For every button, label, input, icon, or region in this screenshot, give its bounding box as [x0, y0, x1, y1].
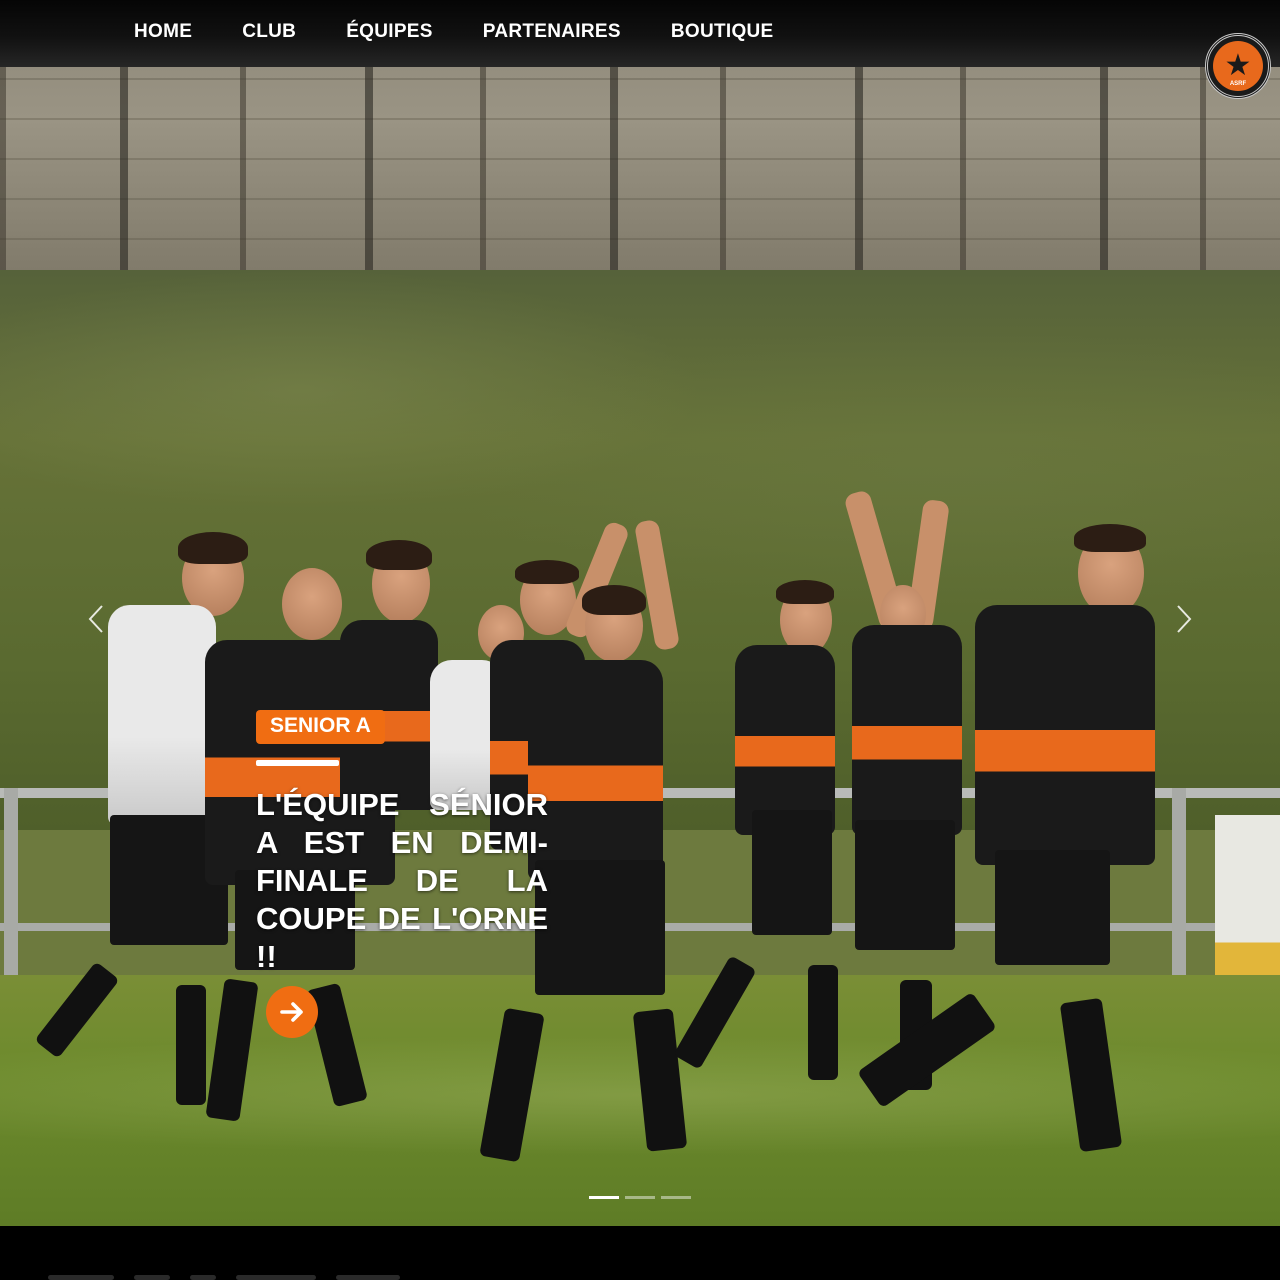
below-fold-item — [336, 1275, 400, 1280]
club-crest-icon: ★ ASRF — [1213, 41, 1263, 91]
top-navigation-bar: HOME CLUB ÉQUIPES PARTENAIRES BOUTIQUE — [0, 0, 1280, 67]
carousel-next-button[interactable] — [1168, 602, 1198, 636]
below-fold-hint — [48, 1275, 400, 1280]
arrow-right-icon — [280, 1002, 303, 1022]
wall-posts — [0, 60, 1280, 300]
railing-post — [4, 788, 18, 978]
main-menu: HOME CLUB ÉQUIPES PARTENAIRES BOUTIQUE — [110, 0, 800, 64]
below-fold-item — [190, 1275, 216, 1280]
carousel-indicators — [589, 1196, 691, 1199]
below-fold-item — [134, 1275, 170, 1280]
below-fold-item — [48, 1275, 114, 1280]
railing-post — [1172, 788, 1186, 978]
hero-photo — [0, 0, 1280, 1226]
nav-item-home[interactable]: HOME — [110, 21, 218, 43]
club-logo-text: ASRF — [1229, 81, 1247, 87]
chevron-right-icon — [1177, 605, 1192, 633]
slide-caption: SENIOR A L'ÉQUIPE SÉNIOR A EST EN DEMI-F… — [256, 710, 548, 976]
slide-headline[interactable]: L'ÉQUIPE SÉNIOR A EST EN DEMI-FINALE DE … — [256, 786, 548, 976]
nav-item-boutique[interactable]: BOUTIQUE — [647, 21, 800, 43]
carousel-prev-button[interactable] — [82, 602, 112, 636]
nav-item-club[interactable]: CLUB — [218, 21, 322, 43]
advertising-board — [1215, 815, 1280, 985]
below-fold-item — [236, 1275, 316, 1280]
carousel-indicator-1[interactable] — [589, 1196, 619, 1199]
nav-item-equipes[interactable]: ÉQUIPES — [322, 21, 459, 43]
page-bottom-strip — [0, 1226, 1280, 1280]
carousel-indicator-2[interactable] — [625, 1196, 655, 1199]
carousel-indicator-3[interactable] — [661, 1196, 691, 1199]
team-tag[interactable]: SENIOR A — [256, 710, 385, 744]
read-more-button[interactable] — [266, 986, 318, 1038]
caption-divider — [256, 760, 339, 766]
chevron-left-icon — [88, 605, 103, 633]
nav-item-partenaires[interactable]: PARTENAIRES — [459, 21, 647, 43]
star-icon: ★ — [1224, 48, 1252, 83]
club-logo[interactable]: ★ ASRF — [1205, 33, 1271, 99]
